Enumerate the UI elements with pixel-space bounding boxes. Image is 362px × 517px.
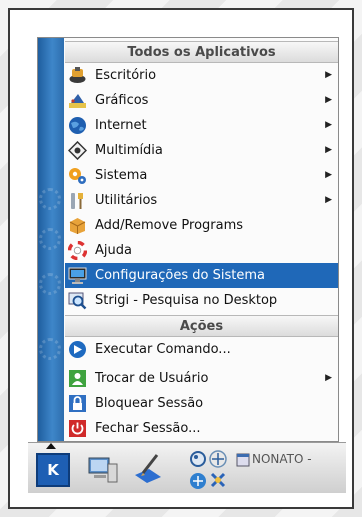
menu-item-label: Trocar de Usuário	[95, 371, 209, 386]
gear-decoration-icon	[39, 228, 61, 250]
menu-item-configuracoes-do-sistema[interactable]: Configurações do Sistema	[65, 263, 338, 288]
switch-user-icon	[69, 370, 86, 387]
menu-item-sistema[interactable]: Sistema ▶	[65, 163, 338, 188]
office-icon	[69, 67, 86, 83]
kmenu-launcher-button[interactable]: K	[36, 453, 70, 487]
menu-item-label: Executar Comando...	[95, 342, 231, 357]
lock-icon	[69, 395, 86, 412]
menu-item-trocar-de-usuario[interactable]: Trocar de Usuário ▶	[65, 366, 338, 391]
task-window-icon	[236, 453, 250, 467]
internet-globe-icon	[69, 117, 86, 134]
menu-item-label: Strigi - Pesquisa no Desktop	[95, 293, 278, 308]
gear-decoration-icon	[39, 188, 61, 210]
menu-item-label: Gráficos	[95, 93, 149, 108]
menu-item-ajuda[interactable]: Ajuda	[65, 238, 338, 263]
run-command-icon	[69, 341, 86, 358]
desktop-pager-icon[interactable]	[88, 456, 118, 484]
menu-open-indicator-icon	[46, 443, 56, 449]
menu-item-label: Utilitários	[95, 193, 158, 208]
text-editor-pen-icon[interactable]	[131, 451, 165, 485]
taskbar-task-label[interactable]: NONATO -	[252, 452, 312, 466]
menu-item-label: Fechar Sessão...	[95, 421, 201, 436]
submenu-arrow-icon: ▶	[325, 170, 332, 180]
system-icon	[69, 168, 86, 184]
menu-item-executar-comando[interactable]: Executar Comando...	[65, 337, 338, 362]
settings-monitor-icon	[68, 267, 87, 284]
graphics-icon	[69, 94, 86, 108]
logout-power-icon	[69, 420, 86, 437]
menu-item-strigi[interactable]: Strigi - Pesquisa no Desktop	[65, 288, 338, 313]
gear-decoration-icon	[39, 273, 61, 295]
menu-item-label: Escritório	[95, 68, 157, 83]
menu-item-label: Configurações do Sistema	[95, 268, 265, 283]
system-tray-icons[interactable]	[186, 448, 232, 492]
menu-item-label: Internet	[95, 118, 147, 133]
menu-item-label: Ajuda	[95, 243, 132, 258]
utilities-icon	[71, 193, 83, 209]
menu-item-multimidia[interactable]: Multimídia ▶	[65, 138, 338, 163]
submenu-arrow-icon: ▶	[325, 70, 332, 80]
kde-application-menu: Todos os Aplicativos Escritório ▶ Gráfic…	[37, 37, 339, 442]
menu-item-escritorio[interactable]: Escritório ▶	[65, 63, 338, 88]
gear-decoration-icon	[39, 338, 61, 360]
menu-item-internet[interactable]: Internet ▶	[65, 113, 338, 138]
menu-item-label: Multimídia	[95, 143, 163, 158]
menu-item-fechar-sessao[interactable]: Fechar Sessão...	[65, 416, 338, 441]
menu-item-label: Sistema	[95, 168, 148, 183]
menu-item-add-remove-programs[interactable]: Add/Remove Programs	[65, 213, 338, 238]
submenu-arrow-icon: ▶	[325, 120, 332, 130]
submenu-arrow-icon: ▶	[325, 195, 332, 205]
multimedia-icon	[68, 141, 87, 160]
menu-item-graficos[interactable]: Gráficos ▶	[65, 88, 338, 113]
submenu-arrow-icon: ▶	[325, 145, 332, 155]
kde-panel-taskbar: K NONATO -	[28, 442, 346, 493]
package-icon	[69, 218, 86, 234]
section-header-actions: Ações	[65, 315, 338, 337]
help-lifebuoy-icon	[68, 241, 87, 260]
menu-item-bloquear-sessao[interactable]: Bloquear Sessão	[65, 391, 338, 416]
menu-side-strip	[38, 38, 64, 441]
menu-item-label: Bloquear Sessão	[95, 396, 204, 411]
search-magnifier-icon	[68, 292, 87, 310]
submenu-arrow-icon: ▶	[325, 373, 332, 383]
menu-item-label: Add/Remove Programs	[95, 218, 244, 233]
section-header-all-apps: Todos os Aplicativos	[65, 41, 338, 63]
menu-item-utilitarios[interactable]: Utilitários ▶	[65, 188, 338, 213]
submenu-arrow-icon: ▶	[325, 95, 332, 105]
